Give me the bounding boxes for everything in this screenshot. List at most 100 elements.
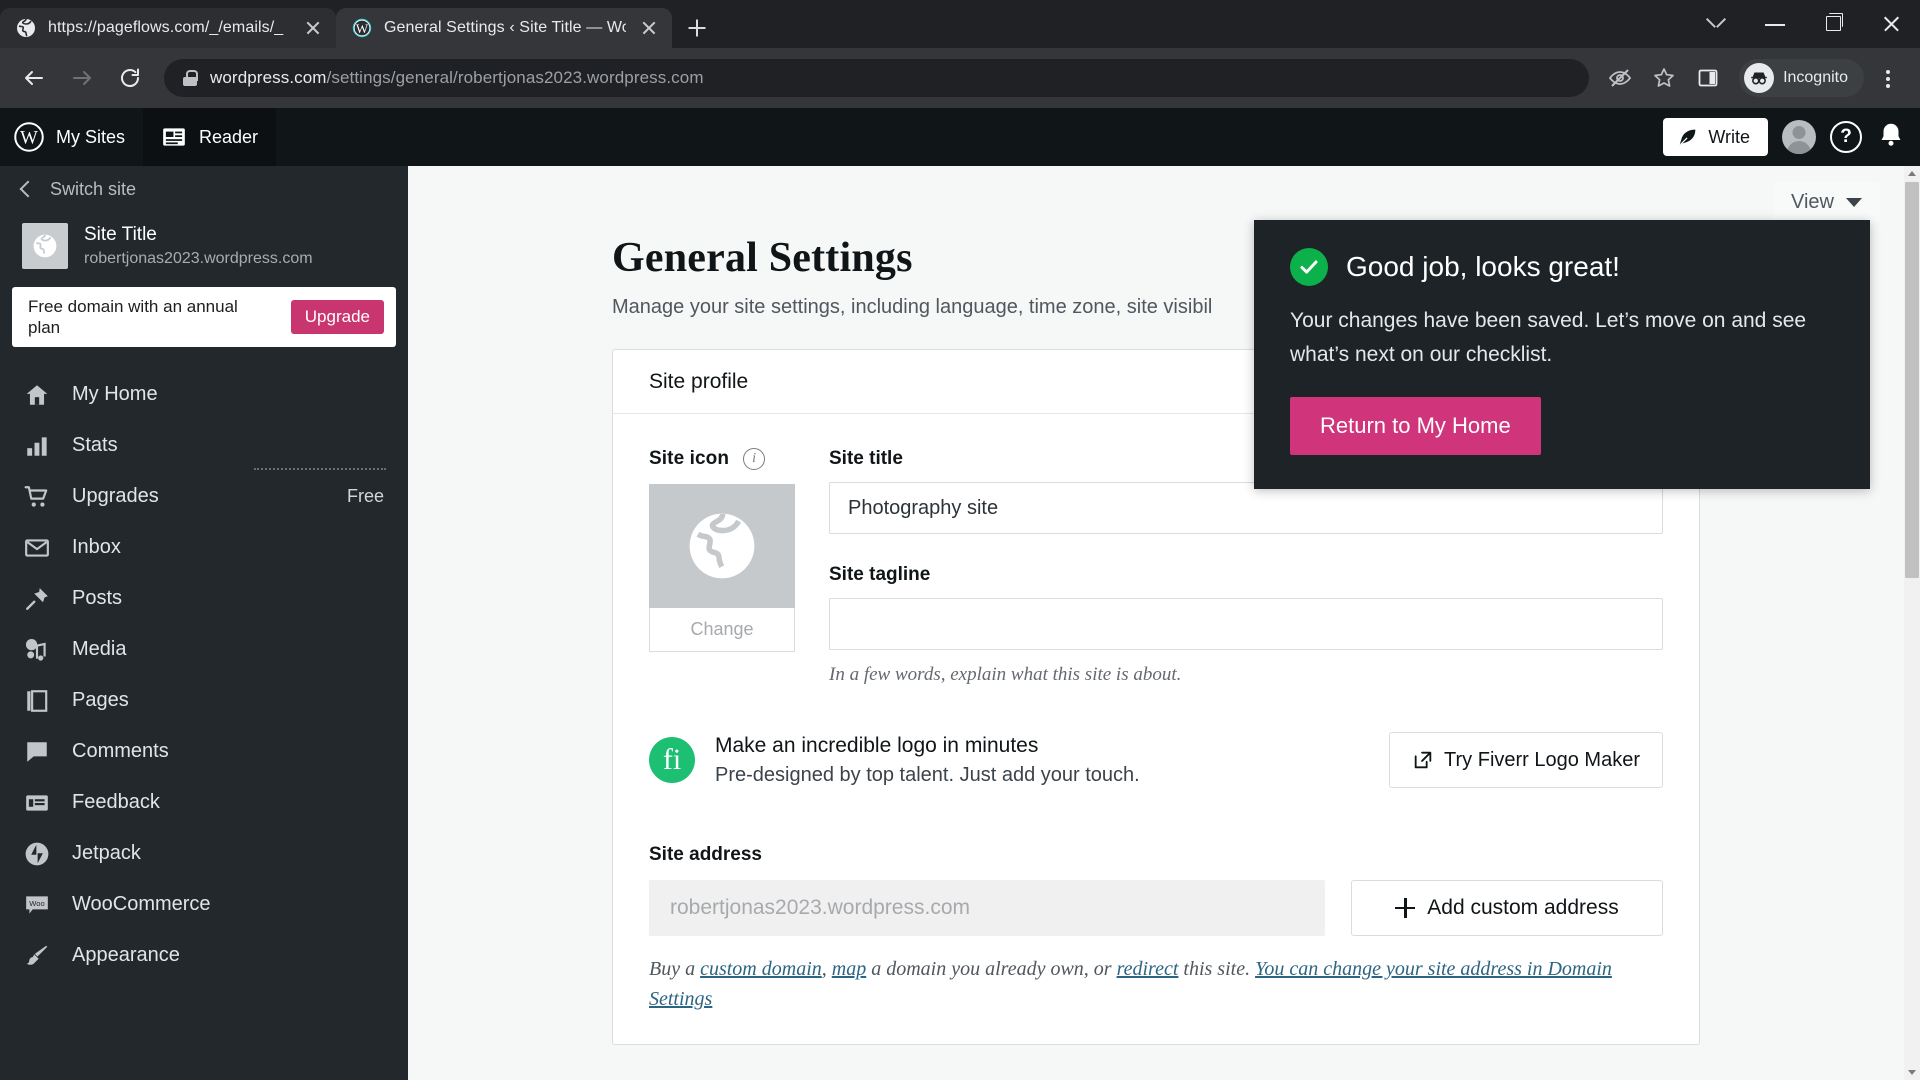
sidebar-item-appearance[interactable]: Appearance [0, 930, 408, 981]
write-button-label: Write [1708, 126, 1750, 147]
fiverr-logo-icon: fi [649, 737, 695, 783]
sidebar-item-label: WooCommerce [72, 893, 211, 916]
side-panel-icon[interactable] [1687, 57, 1729, 99]
redirect-link[interactable]: redirect [1117, 958, 1179, 980]
sidebar-item-posts[interactable]: Posts [0, 573, 408, 624]
sidebar-item-pages[interactable]: Pages [0, 675, 408, 726]
main-content: View General Settings Manage your site s… [408, 166, 1904, 1080]
address-bar-text: wordpress.com/settings/general/robertjon… [210, 68, 704, 88]
site-icon-column: Site icon i Change [649, 448, 795, 686]
custom-domain-link[interactable]: custom domain [700, 958, 822, 980]
sidebar-item-badge: Free [346, 486, 384, 507]
site-title-input[interactable]: Photography site [829, 482, 1663, 534]
tab-title: https://pageflows.com/_/emails/_ [48, 19, 284, 36]
plus-icon [1395, 898, 1416, 918]
sidebar-item-jetpack[interactable]: Jetpack [0, 828, 408, 879]
note-part-1: Buy a [649, 958, 701, 980]
window-controls [1688, 0, 1920, 48]
globe-icon [16, 18, 36, 38]
map-link[interactable]: map [832, 958, 866, 980]
address-domain: wordpress.com [210, 68, 327, 87]
sidebar-item-label: My Home [72, 383, 158, 406]
browser-tab-2[interactable]: W General Settings ‹ Site Title — Wo [336, 8, 672, 48]
sidebar-item-upgrades[interactable]: Upgrades Free [0, 471, 408, 522]
tab-title: General Settings ‹ Site Title — Wo [384, 19, 626, 36]
upgrade-button[interactable]: Upgrade [290, 300, 384, 335]
sidebar-item-inbox[interactable]: Inbox [0, 522, 408, 573]
tab-strip: https://pageflows.com/_/emails/_ W Gener… [0, 0, 1920, 48]
site-icon-preview [649, 484, 795, 608]
write-button[interactable]: Write [1663, 118, 1768, 156]
sidebar-nav: My Home Stats Upgrades Free Inbox Posts … [0, 369, 408, 981]
avatar[interactable] [1782, 120, 1816, 154]
add-custom-address-button[interactable]: Add custom address [1351, 880, 1663, 936]
return-to-my-home-button[interactable]: Return to My Home [1290, 397, 1541, 456]
third-party-cookie-blocked-icon[interactable] [1599, 57, 1641, 99]
cart-icon [22, 484, 52, 510]
notice-body: Your changes have been saved. Let’s move… [1290, 309, 1807, 366]
sidebar-item-label: Pages [72, 689, 129, 712]
note-part-3: a domain you already own, or [866, 958, 1117, 980]
browser-tab-1[interactable]: https://pageflows.com/_/emails/_ [0, 8, 336, 48]
notice-title: Good job, looks great! [1346, 251, 1620, 282]
sidebar-item-media[interactable]: Media [0, 624, 408, 675]
jetpack-icon [22, 841, 52, 867]
minimize-icon[interactable] [1746, 0, 1804, 48]
close-icon[interactable] [302, 17, 324, 39]
sidebar-item-woocommerce[interactable]: Woo WooCommerce [0, 879, 408, 930]
site-tagline-input[interactable] [829, 598, 1663, 650]
upsell-text: Free domain with an annual plan [28, 296, 238, 338]
note-part-2: , [821, 958, 832, 980]
sidebar-item-comments[interactable]: Comments [0, 726, 408, 777]
masterbar-reader[interactable]: Reader [143, 108, 277, 166]
address-bar[interactable]: wordpress.com/settings/general/robertjon… [164, 59, 1590, 97]
scroll-down-arrow-icon[interactable] [1904, 1064, 1920, 1080]
sidebar-item-my-home[interactable]: My Home [0, 369, 408, 420]
sidebar-item-label: Media [72, 638, 127, 661]
svg-text:W: W [356, 21, 369, 36]
help-glyph: ? [1840, 126, 1852, 147]
card-body: Site icon i Change Site title Photograph… [613, 414, 1699, 1044]
forward-icon[interactable] [60, 56, 104, 100]
maximize-icon[interactable] [1804, 0, 1862, 48]
switch-site-button[interactable]: Switch site [0, 166, 408, 212]
new-tab-button[interactable] [680, 11, 714, 45]
view-dropdown[interactable]: View [1773, 182, 1880, 223]
info-icon[interactable]: i [743, 448, 766, 470]
scrollbar-thumb[interactable] [1905, 182, 1919, 578]
incognito-profile-chip[interactable]: Incognito [1739, 59, 1864, 97]
sidebar-item-stats[interactable]: Stats [0, 420, 408, 471]
site-address-note: Buy a custom domain, map a domain you al… [649, 954, 1663, 1014]
note-part-4: this site. [1178, 958, 1256, 980]
page-scrollbar[interactable] [1904, 166, 1920, 1080]
switch-site-label: Switch site [50, 178, 137, 199]
scroll-up-arrow-icon[interactable] [1904, 166, 1920, 182]
woocommerce-icon: Woo [22, 892, 52, 918]
try-fiverr-logo-maker-button[interactable]: Try Fiverr Logo Maker [1389, 732, 1663, 788]
kebab-menu-icon[interactable] [1868, 57, 1908, 99]
pages-icon [22, 688, 52, 714]
site-url: robertjonas2023.wordpress.com [84, 249, 313, 267]
reload-icon[interactable] [108, 56, 152, 100]
nav-divider [254, 468, 386, 471]
masterbar-my-sites[interactable]: W My Sites [0, 108, 143, 166]
site-tagline-label: Site tagline [829, 564, 931, 585]
brush-icon [22, 943, 52, 969]
back-icon[interactable] [12, 56, 56, 100]
envelope-icon [22, 535, 52, 561]
close-icon[interactable] [638, 17, 660, 39]
change-site-icon-button[interactable]: Change [649, 608, 795, 652]
close-window-icon[interactable] [1862, 0, 1920, 48]
home-icon [22, 382, 52, 408]
external-link-icon [1414, 751, 1432, 769]
sidebar-item-label: Upgrades [72, 485, 159, 508]
upsell-card: Free domain with an annual plan Upgrade [12, 287, 396, 348]
current-site-card[interactable]: Site Title robertjonas2023.wordpress.com [0, 212, 408, 287]
chevron-down-icon[interactable] [1688, 0, 1746, 48]
sidebar-item-label: Comments [72, 740, 169, 763]
bell-icon[interactable] [1876, 120, 1906, 155]
help-icon[interactable]: ? [1830, 121, 1862, 153]
sidebar-item-feedback[interactable]: Feedback [0, 777, 408, 828]
bookmark-star-icon[interactable] [1643, 57, 1685, 99]
notice-header: Good job, looks great! [1290, 248, 1834, 286]
